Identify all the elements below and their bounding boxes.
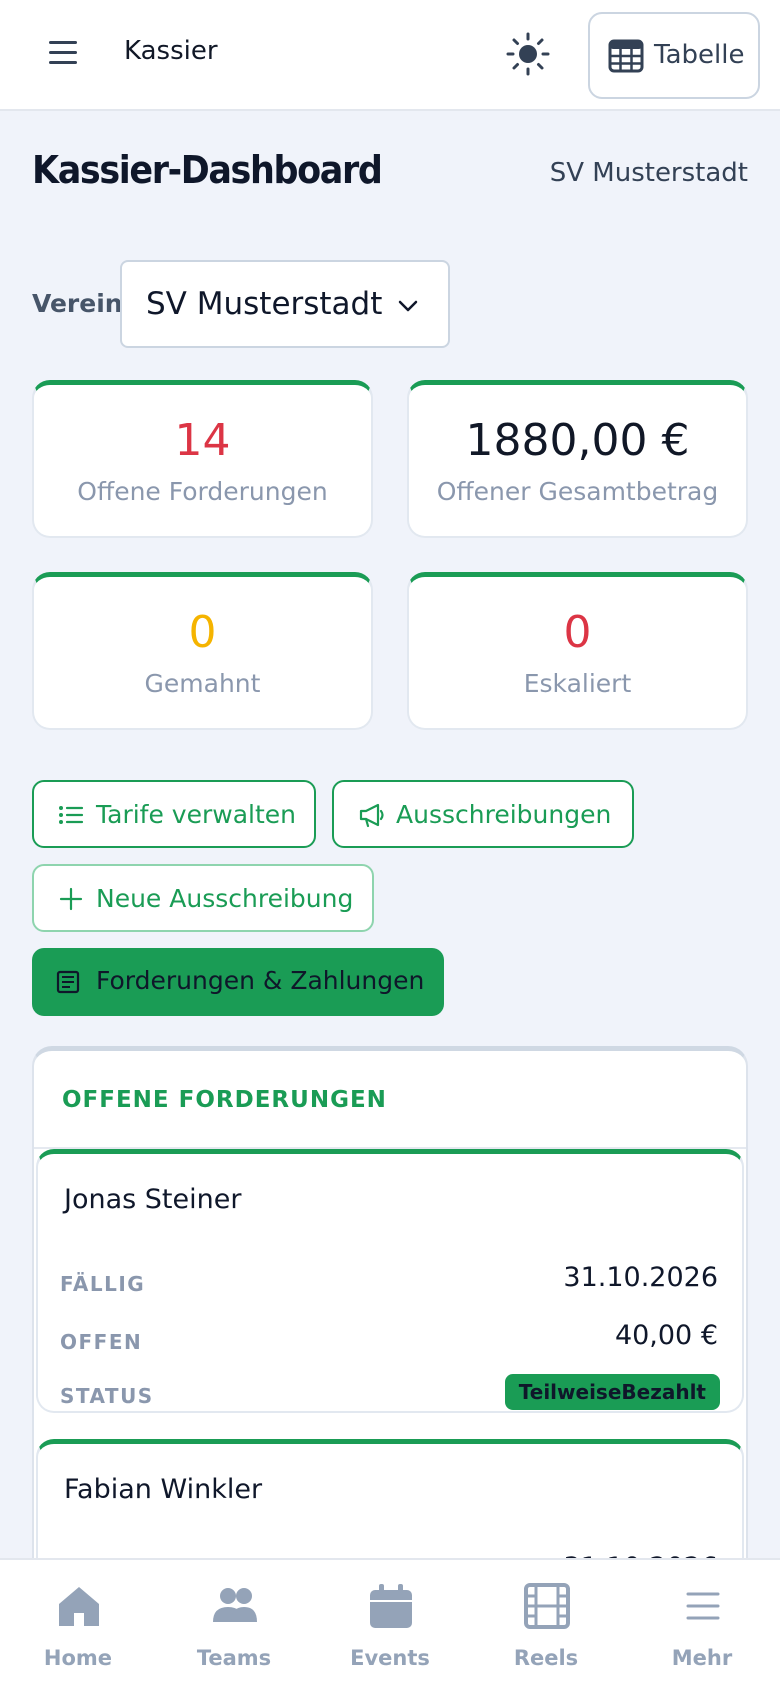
stat-card-open-claims: 14 Offene Forderungen [32, 380, 373, 538]
claim-card[interactable]: Jonas Steiner FÄLLIG 31.10.2026 OFFEN 40… [36, 1149, 744, 1413]
sun-icon[interactable] [500, 30, 556, 78]
stat-value: 0 [188, 607, 217, 658]
table-view-button[interactable]: Tabelle [588, 12, 760, 99]
club-name: SV Musterstadt [549, 158, 748, 188]
stat-value: 14 [174, 415, 231, 466]
plus-icon [58, 886, 84, 918]
manage-tariffs-label: Tarife verwalten [96, 800, 296, 829]
hamburger-menu-icon[interactable] [44, 38, 84, 68]
open-claims-title: OFFENE FORDERUNGEN [62, 1087, 387, 1113]
list-icon [58, 802, 84, 834]
claim-open-value: 40,00 € [614, 1320, 718, 1351]
menu-icon [679, 1582, 727, 1630]
verein-label: Verein [32, 289, 123, 318]
status-badge: TeilweiseBezahlt [504, 1374, 720, 1410]
manage-tariffs-button[interactable]: Tarife verwalten [32, 780, 316, 848]
table-icon [608, 38, 644, 78]
claim-due-label: FÄLLIG [60, 1272, 146, 1296]
nav-reels-label: Reels [513, 1646, 579, 1670]
calendar-icon [367, 1582, 415, 1630]
stat-value: 1880,00 € [465, 415, 690, 466]
stat-card-open-total: 1880,00 € Offener Gesamtbetrag [407, 380, 748, 538]
claims-payments-label: Forderungen & Zahlungen [96, 966, 425, 995]
nav-teams-label: Teams [196, 1646, 272, 1670]
new-announcement-label: Neue Ausschreibung [96, 884, 354, 913]
megaphone-icon [358, 802, 386, 834]
stat-caption: Offener Gesamtbetrag [436, 477, 719, 506]
claim-member-name: Fabian Winkler [64, 1474, 263, 1505]
new-announcement-button[interactable]: Neue Ausschreibung [32, 864, 374, 932]
announcements-label: Ausschreibungen [396, 800, 612, 829]
claim-open-label: OFFEN [60, 1330, 143, 1354]
stat-card-reminded: 0 Gemahnt [32, 572, 373, 730]
nav-reels[interactable]: Reels [468, 1560, 624, 1688]
nav-home[interactable]: Home [0, 1560, 156, 1688]
claim-status-label: STATUS [60, 1384, 154, 1408]
nav-events-label: Events [350, 1646, 430, 1670]
stat-card-escalated: 0 Eskaliert [407, 572, 748, 730]
film-icon [523, 1582, 571, 1630]
announcements-button[interactable]: Ausschreibungen [332, 780, 634, 848]
page-title: Kassier-Dashboard [32, 148, 383, 192]
users-icon [211, 1582, 259, 1630]
stat-caption: Offene Forderungen [77, 477, 328, 506]
stat-value: 0 [563, 607, 592, 658]
claim-due-value: 31.10.2026 [563, 1262, 718, 1293]
stat-caption: Gemahnt [144, 669, 261, 698]
chevron-down-icon [396, 294, 420, 322]
claim-member-name: Jonas Steiner [64, 1184, 242, 1215]
nav-teams[interactable]: Teams [156, 1560, 312, 1688]
home-icon [55, 1582, 103, 1630]
bottom-nav: Home Teams Events Reels Mehr [0, 1558, 780, 1688]
open-claims-header: OFFENE FORDERUNGEN [34, 1051, 746, 1149]
verein-select[interactable]: SV Musterstadt [120, 260, 450, 348]
table-view-label: Tabelle [654, 40, 745, 70]
app-title: Kassier [124, 36, 218, 66]
stat-caption: Eskaliert [523, 669, 632, 698]
nav-more-label: Mehr [671, 1646, 733, 1670]
claims-payments-button[interactable]: Forderungen & Zahlungen [32, 948, 444, 1016]
top-bar: Kassier Tabelle [0, 0, 780, 111]
nav-home-label: Home [43, 1646, 113, 1670]
verein-select-value: SV Musterstadt [146, 286, 383, 322]
nav-events[interactable]: Events [312, 1560, 468, 1688]
receipt-icon [56, 970, 80, 1000]
nav-more[interactable]: Mehr [624, 1560, 780, 1688]
